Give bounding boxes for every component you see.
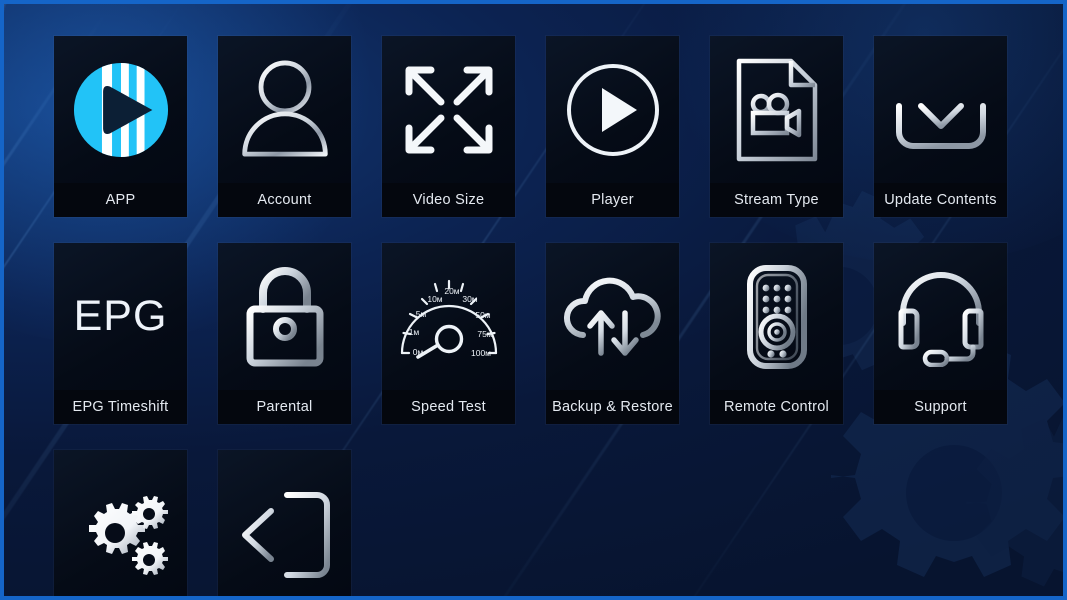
tile-label: Remote Control: [710, 390, 843, 424]
tile-label: Account: [218, 183, 351, 217]
tile-app[interactable]: APP: [54, 36, 187, 217]
download-tray-icon: [874, 36, 1007, 183]
tile-update-contents[interactable]: Update Contents: [874, 36, 1007, 217]
cloud-sync-arrows-icon: [546, 243, 679, 390]
tile-label: Backup & Restore: [546, 390, 679, 424]
svg-text:10м: 10м: [427, 294, 442, 304]
user-account-icon: [218, 36, 351, 183]
tile-stream-type[interactable]: Stream Type: [710, 36, 843, 217]
svg-text:0м: 0м: [412, 347, 423, 357]
tile-label: EPG Timeshift: [54, 390, 187, 424]
tile-backup-restore[interactable]: Backup & Restore: [546, 243, 679, 424]
tile-label: Player: [546, 183, 679, 217]
settings-tile-grid: APP Account Video Size Player Stream Typ…: [54, 36, 1024, 596]
play-circle-icon: [546, 36, 679, 183]
tile-label: Parental: [218, 390, 351, 424]
tile-label: APP: [54, 183, 187, 217]
settings-screen: APP Account Video Size Player Stream Typ…: [0, 0, 1067, 600]
tile-player[interactable]: Player: [546, 36, 679, 217]
gears-settings-icon: [54, 450, 187, 596]
tile-label: Support: [874, 390, 1007, 424]
svg-text:20м: 20м: [444, 286, 459, 296]
epg-text-icon: EPG: [54, 243, 187, 390]
headset-icon: [874, 243, 1007, 390]
remote-control-icon: [710, 243, 843, 390]
tile-label: Update Contents: [874, 183, 1007, 217]
tile-exit[interactable]: [218, 450, 351, 596]
tile-speed-test[interactable]: 0м 1м 5м 10м 20м 30м 50м 75м 100м Speed …: [382, 243, 515, 424]
svg-text:50м: 50м: [475, 310, 490, 320]
exit-logout-arrow-icon: [218, 450, 351, 596]
tile-video-size[interactable]: Video Size: [382, 36, 515, 217]
svg-text:100м: 100м: [470, 348, 490, 358]
tile-label: Speed Test: [382, 390, 515, 424]
svg-text:5м: 5м: [415, 309, 426, 319]
epg-text-label: EPG: [73, 292, 168, 340]
svg-text:30м: 30м: [462, 294, 477, 304]
app-play-logo-icon: [54, 36, 187, 183]
document-video-camera-icon: [710, 36, 843, 183]
tile-account[interactable]: Account: [218, 36, 351, 217]
svg-text:75м: 75м: [477, 329, 492, 339]
svg-text:1м: 1м: [408, 327, 419, 337]
tile-remote-control[interactable]: Remote Control: [710, 243, 843, 424]
tile-settings[interactable]: [54, 450, 187, 596]
tile-label: Stream Type: [710, 183, 843, 217]
tile-support[interactable]: Support: [874, 243, 1007, 424]
padlock-icon: [218, 243, 351, 390]
tile-label: Video Size: [382, 183, 515, 217]
expand-arrows-icon: [382, 36, 515, 183]
tile-epg-timeshift[interactable]: EPG EPG Timeshift: [54, 243, 187, 424]
speedometer-gauge-icon: 0м 1м 5м 10м 20м 30м 50м 75м 100м: [382, 243, 515, 390]
tile-parental[interactable]: Parental: [218, 243, 351, 424]
